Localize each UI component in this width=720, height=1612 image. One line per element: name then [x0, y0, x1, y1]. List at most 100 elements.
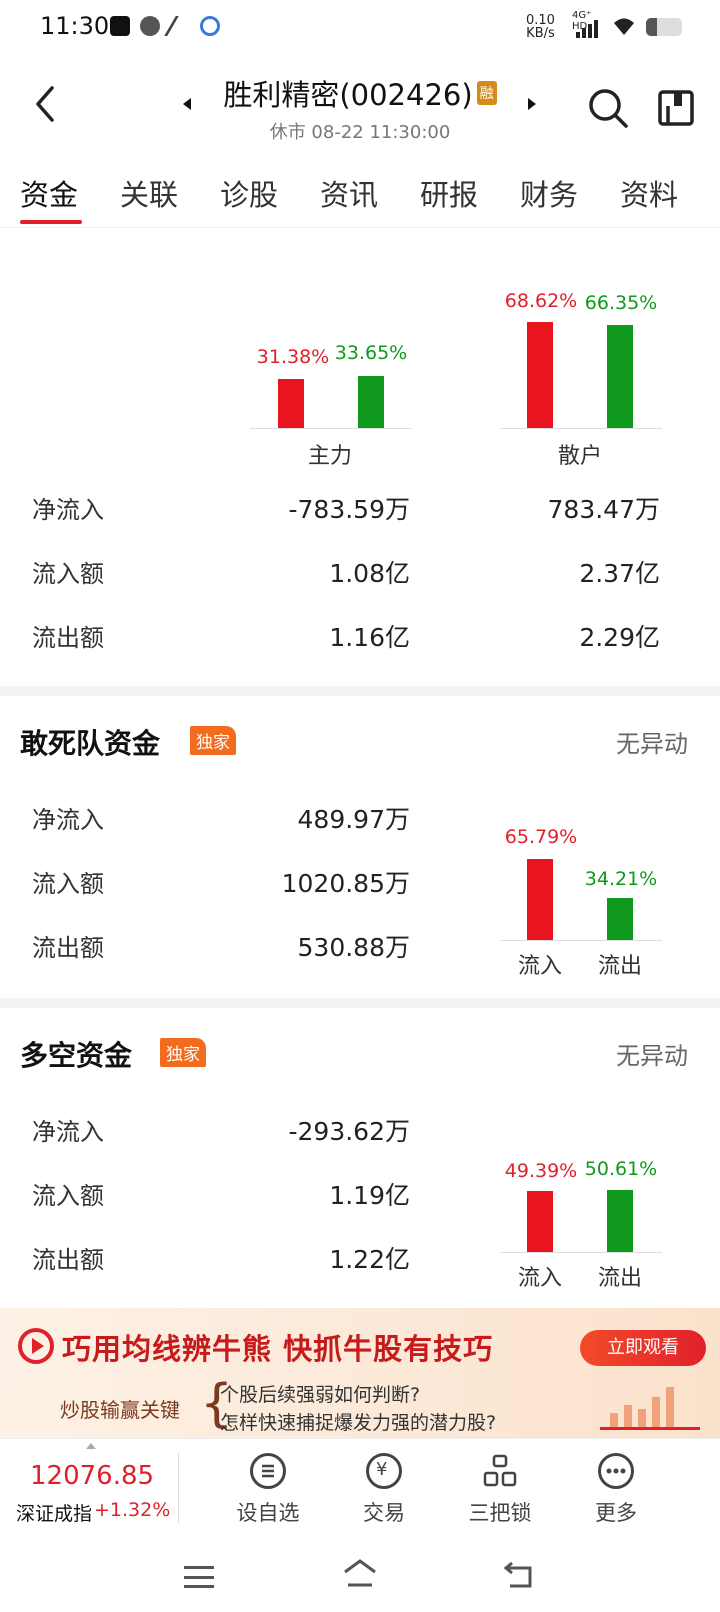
exclusive-badge: 独家: [160, 1038, 206, 1067]
nav-label: 交易: [363, 1501, 405, 1525]
tab-finance[interactable]: 财务: [520, 172, 578, 214]
section-divider: [0, 686, 720, 696]
title-bar: 胜利精密(002426) 融 休市 08-22 11:30:00: [0, 64, 720, 148]
tab-related[interactable]: 关联: [120, 172, 178, 214]
longshort-outflow-label: 流出: [597, 1266, 642, 1291]
index-value[interactable]: 12076.85: [30, 1461, 154, 1491]
retail-net-inflow: 783.47万: [547, 495, 660, 524]
nav-trade[interactable]: ¥ 交易: [334, 1453, 434, 1527]
battery-icon: [646, 18, 682, 36]
main-label: 主力: [307, 444, 352, 469]
longshort-outflow-bar: [607, 1190, 633, 1252]
promo-banner[interactable]: 巧用均线辨牛熊 快抓牛股有技巧 立即观看 炒股输赢关键 { 个股后续强弱如何判断…: [0, 1308, 720, 1438]
home-icon[interactable]: [342, 1558, 378, 1588]
longshort-inflow-bar: [527, 1191, 553, 1252]
inflow-label: 流入额: [32, 560, 104, 588]
longshort-outflow: 1.22亿: [329, 1245, 410, 1274]
daredevil-outflow-label: 流出: [597, 954, 642, 979]
daredevil-title: 敢死队资金: [20, 727, 161, 760]
play-icon: [18, 1328, 54, 1364]
outflow-label: 流出额: [32, 934, 104, 962]
back-icon[interactable]: [30, 82, 66, 126]
more-icon: [598, 1453, 634, 1489]
longshort-status: 无异动: [616, 1042, 688, 1070]
banner-question-1: 个股后续强弱如何判断?: [220, 1384, 421, 1406]
nav-label: 三把锁: [468, 1501, 532, 1525]
status-bar: 11:30 0.10 KB/s 4G⁺ HD: [0, 0, 720, 56]
feather-icon: [164, 16, 196, 36]
daredevil-inflow: 1020.85万: [281, 869, 410, 898]
main-inflow-pct: 31.38%: [256, 346, 330, 368]
signal-icon: 4G⁺ HD: [572, 10, 602, 38]
stock-title: 胜利精密(002426) 融 休市 08-22 11:30:00: [180, 72, 540, 144]
tab-news[interactable]: 资讯: [320, 172, 378, 214]
longshort-title: 多空资金: [20, 1039, 133, 1072]
yuan-icon: ¥: [366, 1453, 402, 1489]
daredevil-inflow-bar: [527, 859, 553, 940]
main-outflow: 1.16亿: [329, 623, 410, 652]
net-inflow-label: 净流入: [32, 496, 104, 524]
outflow-label: 流出额: [32, 624, 104, 652]
daredevil-outflow: 530.88万: [297, 933, 410, 962]
nav-three-locks[interactable]: 三把锁: [450, 1453, 550, 1527]
net-speed-unit: KB/s: [526, 26, 555, 41]
tab-bar: 资金 关联 诊股 资讯 研报 财务 资料: [0, 160, 720, 228]
notification-icons: [110, 16, 220, 36]
list-icon: [250, 1453, 286, 1489]
exclusive-badge: 独家: [190, 726, 236, 755]
retail-label: 散户: [557, 444, 602, 469]
cloud-icon: [200, 16, 220, 36]
watch-now-button[interactable]: 立即观看: [580, 1330, 706, 1366]
net-inflow-label: 净流入: [32, 806, 104, 834]
main-net-inflow: -783.59万: [288, 495, 411, 524]
main-inflow-bar: [278, 379, 304, 428]
page-title: 胜利精密(002426): [223, 78, 473, 112]
status-time: 11:30: [40, 12, 110, 40]
tab-profile[interactable]: 资料: [620, 172, 678, 214]
daredevil-outflow-pct: 34.21%: [584, 868, 658, 890]
longshort-outflow-pct: 50.61%: [584, 1158, 658, 1180]
inflow-label: 流入额: [32, 1182, 104, 1210]
bottom-bar: 12076.85 深证成指 +1.32% 设自选 ¥ 交易 三把锁 更多: [0, 1438, 720, 1534]
wifi-icon: [614, 18, 634, 35]
retail-outflow-bar: [607, 325, 633, 428]
longshort-inflow-label: 流入: [517, 1266, 562, 1291]
banner-title: 巧用均线辨牛熊 快抓牛股有技巧: [62, 1332, 494, 1366]
index-name[interactable]: 深证成指: [16, 1499, 92, 1526]
daredevil-inflow-label: 流入: [517, 954, 562, 979]
main-inflow: 1.08亿: [329, 559, 410, 588]
menu-icon[interactable]: [184, 1566, 214, 1588]
section-divider: [0, 998, 720, 1008]
index-change[interactable]: +1.32%: [94, 1499, 170, 1521]
nav-label: 设自选: [236, 1501, 300, 1525]
retail-outflow: 2.29亿: [579, 623, 660, 652]
tab-diagnosis[interactable]: 诊股: [220, 172, 278, 214]
expand-caret-icon[interactable]: [86, 1443, 96, 1449]
main-outflow-pct: 33.65%: [334, 342, 408, 364]
longshort-inflow: 1.19亿: [329, 1181, 410, 1210]
daredevil-inflow-pct: 65.79%: [504, 826, 578, 848]
active-tab-indicator: [20, 220, 82, 224]
daredevil-outflow-bar: [607, 898, 633, 940]
nav-add-watchlist[interactable]: 设自选: [218, 1453, 318, 1527]
nav-more[interactable]: 更多: [566, 1453, 666, 1527]
market-status: 休市 08-22 11:30:00: [269, 122, 451, 143]
daredevil-net-inflow: 489.97万: [297, 805, 410, 834]
inflow-label: 流入额: [32, 870, 104, 898]
tab-funds[interactable]: 资金: [20, 172, 78, 214]
retail-outflow-pct: 66.35%: [584, 292, 658, 314]
bookmark-icon[interactable]: [656, 86, 696, 130]
margin-badge: 融: [476, 81, 497, 105]
system-back-icon[interactable]: [502, 1562, 536, 1590]
chart-illustration-icon: [600, 1378, 700, 1430]
main-outflow-bar: [358, 376, 384, 428]
nav-label: 更多: [595, 1501, 637, 1525]
wechat-icon: [140, 16, 160, 36]
system-nav-bar: [0, 1534, 720, 1612]
retail-inflow: 2.37亿: [579, 559, 660, 588]
tab-research[interactable]: 研报: [420, 172, 478, 214]
retail-inflow-pct: 68.62%: [504, 290, 578, 312]
search-icon[interactable]: [586, 86, 630, 130]
next-stock-icon[interactable]: [528, 98, 536, 110]
longshort-inflow-pct: 49.39%: [504, 1160, 578, 1182]
